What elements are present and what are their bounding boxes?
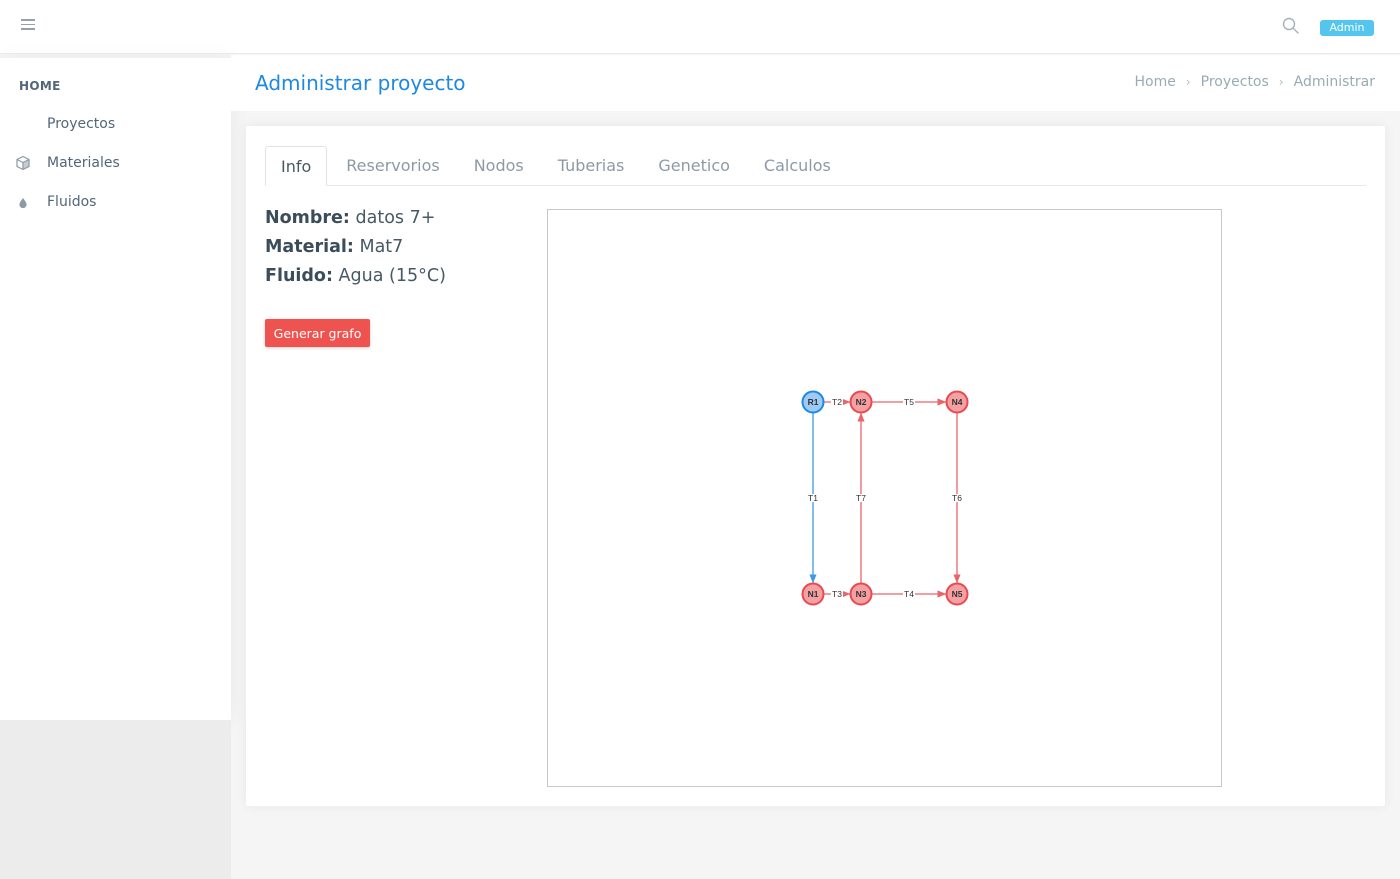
sidebar-footer-area bbox=[0, 720, 231, 879]
info-fluido: Fluido: Agua (15°C) bbox=[265, 266, 446, 286]
graph-edge-label: T3 bbox=[832, 589, 842, 599]
chevron-right-icon: › bbox=[1185, 75, 1191, 89]
info-value: datos 7+ bbox=[355, 208, 436, 228]
graph-node-label: N1 bbox=[808, 589, 819, 599]
info-nombre: Nombre: datos 7+ bbox=[265, 208, 435, 228]
graph-edge-label: T2 bbox=[832, 397, 842, 407]
tab-reservorios[interactable]: Reservorios bbox=[329, 146, 456, 186]
tab-bar: Info Reservorios Nodos Tuberias Genetico… bbox=[265, 146, 1366, 186]
search-icon[interactable] bbox=[1281, 16, 1301, 36]
info-label: Fluido: bbox=[265, 266, 333, 286]
info-label: Material: bbox=[265, 237, 354, 257]
breadcrumb: Home › Proyectos › Administrar bbox=[1134, 74, 1375, 90]
network-graph: T2 T5 T1 T7 T6 T3 T4 R1 N2 N4 N1 N3 N5 bbox=[801, 390, 969, 606]
sidebar-item-label: Materiales bbox=[47, 155, 120, 171]
info-material: Material: Mat7 bbox=[265, 237, 403, 257]
graph-node-label: R1 bbox=[808, 397, 819, 407]
droplet-icon bbox=[15, 194, 31, 210]
sidebar: HOME Proyectos Materiales Fluidos bbox=[0, 58, 231, 720]
cube-icon bbox=[15, 155, 31, 171]
info-label: Nombre: bbox=[265, 208, 350, 228]
graph-edge-label: T7 bbox=[856, 493, 866, 503]
tab-genetico[interactable]: Genetico bbox=[641, 146, 747, 186]
chevron-right-icon: › bbox=[1278, 75, 1284, 89]
graph-edge-label: T5 bbox=[904, 397, 914, 407]
graph-node-label: N2 bbox=[856, 397, 867, 407]
graph-edge-label: T4 bbox=[904, 589, 914, 599]
breadcrumb-proyectos[interactable]: Proyectos bbox=[1201, 74, 1269, 90]
user-badge[interactable]: Admin bbox=[1320, 20, 1374, 36]
generate-graph-button[interactable]: Generar grafo bbox=[265, 319, 370, 347]
graph-node-label: N5 bbox=[952, 589, 963, 599]
breadcrumb-home[interactable]: Home bbox=[1134, 74, 1175, 90]
page-title: Administrar proyecto bbox=[255, 71, 466, 95]
breadcrumb-current: Administrar bbox=[1293, 74, 1375, 90]
tab-nodos[interactable]: Nodos bbox=[457, 146, 541, 186]
graph-node-label: N4 bbox=[952, 397, 963, 407]
tab-tuberias[interactable]: Tuberias bbox=[541, 146, 642, 186]
sidebar-item-label: Proyectos bbox=[47, 116, 116, 132]
graph-node-label: N3 bbox=[856, 589, 867, 599]
topbar: Admin bbox=[0, 0, 1400, 54]
info-value: Agua (15°C) bbox=[338, 266, 446, 286]
tab-info[interactable]: Info bbox=[265, 146, 328, 186]
graph-canvas[interactable]: T2 T5 T1 T7 T6 T3 T4 R1 N2 N4 N1 N3 N5 bbox=[547, 209, 1222, 787]
sidebar-item-label: Fluidos bbox=[47, 194, 97, 210]
info-value: Mat7 bbox=[359, 237, 404, 257]
sidebar-item-fluidos[interactable]: Fluidos bbox=[0, 188, 231, 218]
sidebar-item-materiales[interactable]: Materiales bbox=[0, 149, 231, 179]
graph-edge-label: T6 bbox=[952, 493, 962, 503]
sidebar-heading: HOME bbox=[19, 79, 61, 93]
sidebar-item-proyectos[interactable]: Proyectos bbox=[0, 110, 231, 140]
hamburger-icon[interactable] bbox=[21, 19, 35, 33]
page-header: Administrar proyecto Home › Proyectos › … bbox=[231, 55, 1400, 111]
tab-calculos[interactable]: Calculos bbox=[747, 146, 848, 186]
project-card: Info Reservorios Nodos Tuberias Genetico… bbox=[246, 126, 1385, 806]
graph-edge-label: T1 bbox=[808, 493, 818, 503]
